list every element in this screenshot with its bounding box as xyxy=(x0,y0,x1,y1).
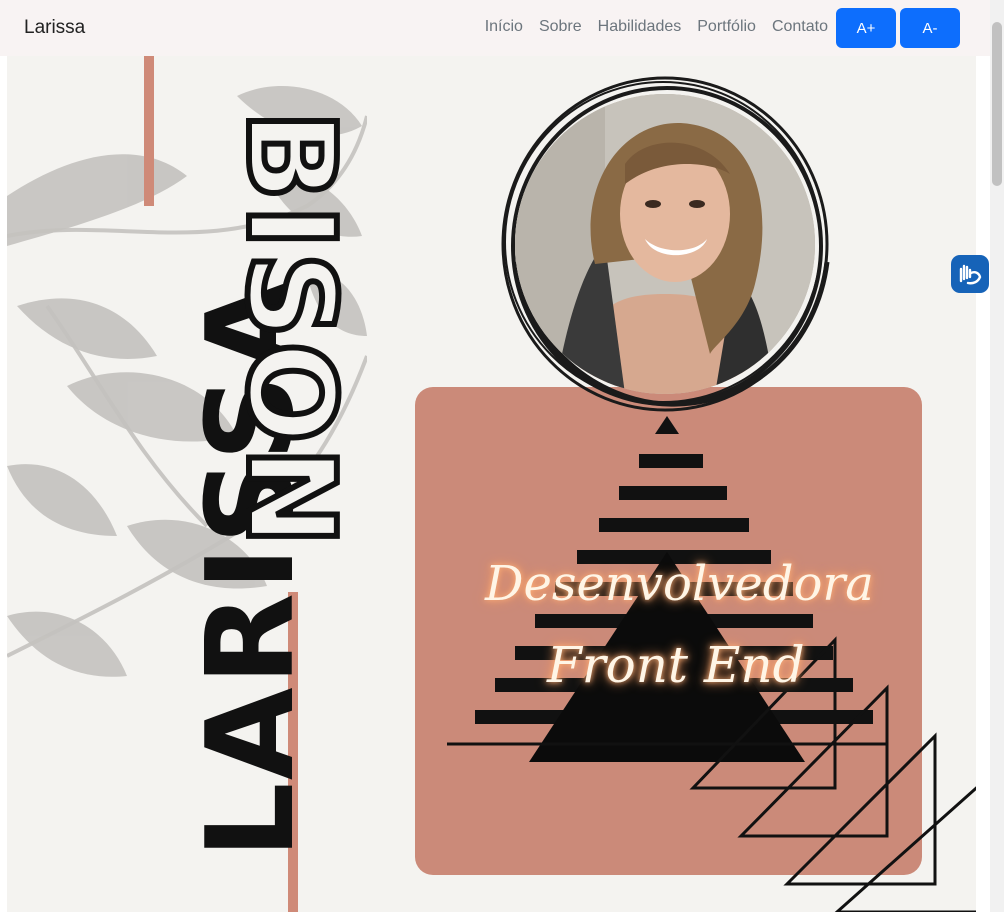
hero-banner: LARISSA BISON Desenvolvedora Front End xyxy=(7,56,976,912)
tagline-line-1: Desenvolvedora xyxy=(485,556,874,612)
profile-photo xyxy=(515,94,815,394)
brand-name[interactable]: Larissa xyxy=(24,17,85,39)
nav-link-sobre[interactable]: Sobre xyxy=(539,18,582,36)
accent-line-top xyxy=(144,56,154,206)
top-navbar: Larissa Início Sobre Habilidades Portfól… xyxy=(0,0,990,56)
nav-link-portfolio[interactable]: Portfólio xyxy=(697,18,756,36)
accessibility-widget-button[interactable] xyxy=(951,255,989,293)
nav-link-habilidades[interactable]: Habilidades xyxy=(598,18,682,36)
nav-link-inicio[interactable]: Início xyxy=(485,18,523,36)
decrease-font-button[interactable]: A- xyxy=(900,8,960,48)
nav-links: Início Sobre Habilidades Portfólio Conta… xyxy=(485,18,828,36)
nav-link-contato[interactable]: Contato xyxy=(772,18,828,36)
profile-photo-frame xyxy=(497,72,833,412)
sign-language-hands-icon xyxy=(959,264,982,285)
last-name-heading: BISON xyxy=(217,107,362,553)
page-scrollbar[interactable] xyxy=(990,0,1004,912)
increase-font-button[interactable]: A+ xyxy=(836,8,896,48)
scrollbar-thumb[interactable] xyxy=(992,22,1002,186)
tagline-line-2: Front End xyxy=(547,636,805,694)
